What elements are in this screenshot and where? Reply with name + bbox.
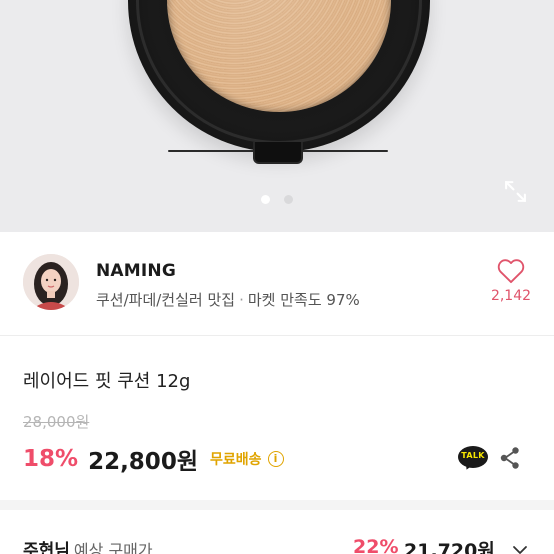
sale-price: 22,800원 [88,449,198,475]
info-icon[interactable]: i [267,451,284,467]
carousel-dot[interactable] [284,195,293,204]
seller-avatar[interactable] [23,254,79,310]
original-price: 28,000원 [23,413,90,431]
compact-hinge [253,142,303,164]
chevron-down-icon[interactable] [510,540,530,554]
carousel-dot-active[interactable] [261,195,270,204]
share-icon[interactable] [499,446,521,470]
free-shipping-badge: 무료배송 [209,452,262,468]
product-image[interactable] [0,0,554,232]
seller-info: NAMING 쿠션/파데/컨실러 맛집 · 마켓 만족도 97% 2,142 [0,232,554,336]
price-row: 18% 22,800원 무료배송 i [23,442,284,476]
member-price: 21,720원 [404,540,495,554]
meta-separator: · [239,291,244,309]
talk-label: TALK [461,451,485,460]
member-name: 주현님 [23,541,70,554]
kakao-talk-icon[interactable]: TALK [458,446,488,472]
seller-satisfaction: 마켓 만족도 97% [247,291,360,309]
member-price-row[interactable]: 주현님 예상 구매가 22% 21,720원 [23,536,533,554]
seller-name[interactable]: NAMING [96,261,176,281]
section-divider [0,500,554,510]
heart-icon[interactable] [497,258,525,284]
like-count: 2,142 [490,288,532,304]
member-price-label: 주현님 예상 구매가 [23,536,153,554]
discount-rate: 18% [23,446,79,472]
seller-meta: 쿠션/파데/컨실러 맛집 · 마켓 만족도 97% [96,289,360,310]
expand-icon[interactable] [503,179,528,204]
member-price-sublabel: 예상 구매가 [73,541,153,554]
member-discount-rate: 22% [353,536,399,554]
carousel-indicator [261,195,293,204]
product-title: 레이어드 핏 쿠션 12g [23,371,191,392]
seller-category: 쿠션/파데/컨실러 맛집 [96,291,236,309]
